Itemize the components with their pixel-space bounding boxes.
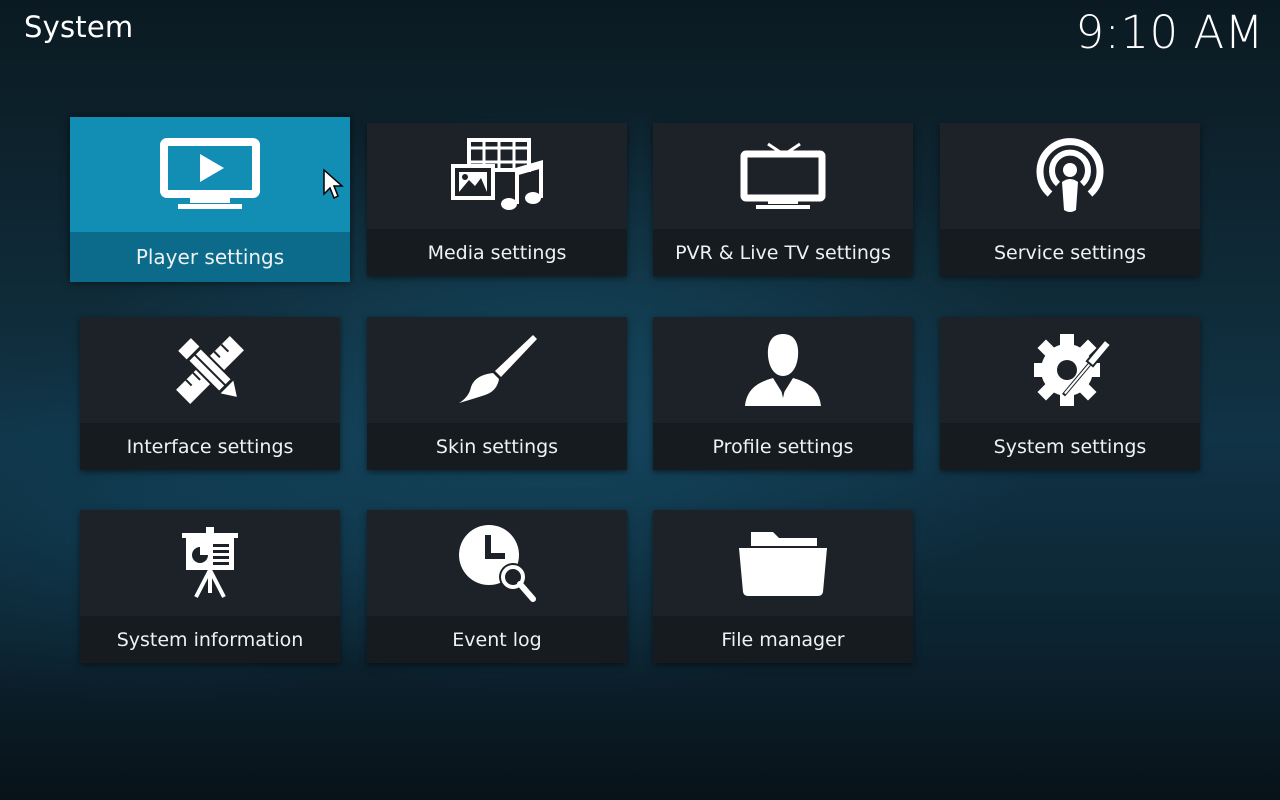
tile-label: Interface settings (80, 423, 340, 470)
tile-event-log[interactable]: Event log (367, 510, 627, 663)
tile-player-settings[interactable]: Player settings (70, 117, 350, 282)
tile-label: Skin settings (367, 423, 627, 470)
tile-label: Profile settings (653, 423, 913, 470)
tile-label: Service settings (940, 229, 1200, 276)
tile-label: PVR & Live TV settings (653, 229, 913, 276)
user-icon (745, 334, 821, 406)
tile-label: System settings (940, 423, 1200, 470)
tile-skin-settings[interactable]: Skin settings (367, 317, 627, 470)
tile-system-information[interactable]: System information (80, 510, 340, 663)
mouse-cursor-icon (323, 168, 344, 200)
broadcast-icon (1036, 138, 1104, 212)
presentation-board-icon (182, 527, 238, 598)
monitor-play-icon (160, 137, 260, 209)
tv-icon (740, 142, 826, 209)
tile-pvr-live-tv-settings[interactable]: PVR & Live TV settings (653, 123, 913, 276)
tile-interface-settings[interactable]: Interface settings (80, 317, 340, 470)
tile-label: System information (80, 616, 340, 663)
tile-file-manager[interactable]: File manager (653, 510, 913, 663)
settings-grid: Player settings Media settings PVR & Liv… (70, 117, 1200, 663)
media-icon (451, 138, 543, 210)
page-title: System (24, 10, 134, 44)
tile-profile-settings[interactable]: Profile settings (653, 317, 913, 470)
gear-screwdriver-icon (1034, 334, 1110, 406)
tile-label: Event log (367, 616, 627, 663)
folder-icon (739, 532, 827, 596)
clock-search-icon (459, 525, 536, 602)
tile-service-settings[interactable]: Service settings (940, 123, 1200, 276)
tile-label: Media settings (367, 229, 627, 276)
tile-system-settings[interactable]: System settings (940, 317, 1200, 470)
paintbrush-icon (459, 335, 537, 403)
tile-label: File manager (653, 616, 913, 663)
clock: 9:10 AM (1075, 6, 1264, 59)
pencil-ruler-icon (176, 336, 244, 404)
tile-media-settings[interactable]: Media settings (367, 123, 627, 276)
tile-label: Player settings (70, 232, 350, 282)
